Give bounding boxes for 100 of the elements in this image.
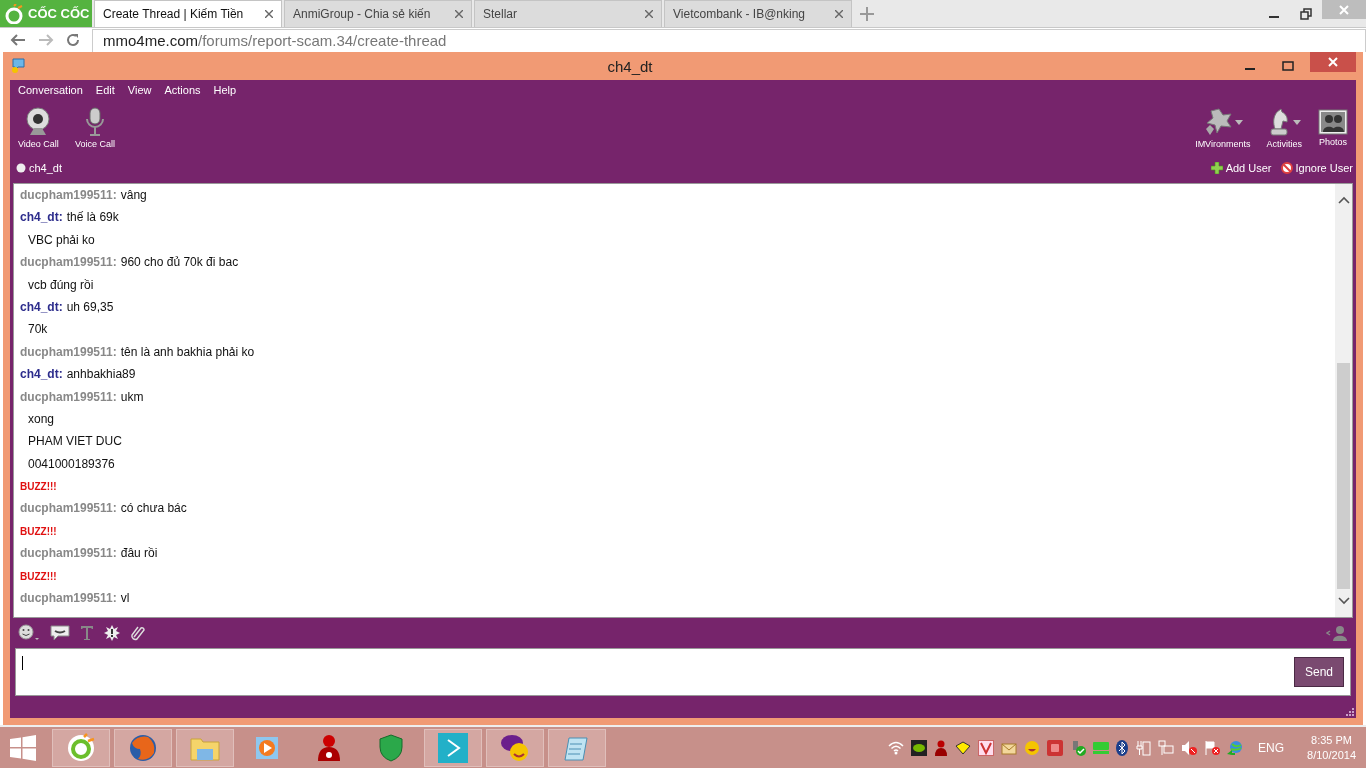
close-icon	[1328, 57, 1338, 67]
smiley-icon[interactable]	[18, 624, 40, 642]
webcam-icon	[24, 107, 53, 137]
bluetooth-icon[interactable]	[1116, 739, 1129, 756]
send-button[interactable]: Send	[1294, 657, 1344, 687]
plus-icon[interactable]	[860, 6, 874, 21]
alert-burst-icon[interactable]	[104, 625, 120, 641]
browser-brand: CỐC CỐC	[28, 6, 90, 21]
message-text: ukm	[120, 389, 144, 404]
prohibited-icon	[1280, 162, 1293, 174]
menu-item[interactable]: Actions	[159, 84, 209, 96]
checkmark-tile-icon[interactable]	[978, 739, 995, 756]
sender-name: ducpham199511:	[20, 344, 117, 359]
status-dot-icon	[16, 163, 26, 173]
message-text: PHAM VIET DUC	[27, 434, 122, 449]
close-icon[interactable]	[455, 10, 463, 18]
smiley-icon[interactable]	[1024, 739, 1041, 756]
menu-item[interactable]: Edit	[90, 84, 123, 96]
sender-name: ducpham199511:	[20, 389, 117, 404]
globe-fox-icon	[128, 732, 158, 763]
menu-item[interactable]: Conversation	[13, 84, 91, 96]
message-text: tên là anh bakhia phải ko	[120, 344, 255, 359]
plug-check-icon[interactable]	[1070, 739, 1087, 756]
reload-icon[interactable]	[66, 33, 80, 47]
sender-name: ch4_dt:	[20, 210, 63, 225]
message-text: vl	[120, 591, 130, 606]
scroll-down-icon[interactable]	[1337, 597, 1350, 605]
photo-frame-icon	[1318, 109, 1348, 135]
buzz-notice: BUZZ!!!	[20, 525, 57, 537]
scrollbar-thumb[interactable]	[1337, 362, 1350, 589]
toolbar-button[interactable]: Activities	[1262, 105, 1306, 151]
tile-icon[interactable]	[1047, 739, 1064, 756]
buzz-notice: BUZZ!!!	[20, 481, 57, 493]
message-text: uh 69,35	[66, 299, 114, 314]
network-icon[interactable]	[1158, 739, 1175, 756]
plus-icon	[1210, 162, 1223, 174]
play-icon	[438, 732, 468, 763]
browser-tab[interactable]: Vietcombank - IB@nking	[664, 0, 852, 27]
close-icon[interactable]	[265, 10, 273, 18]
battery-icon[interactable]	[1135, 739, 1152, 756]
message-text: vcb đúng rồi	[27, 277, 94, 292]
diamond-icon[interactable]	[955, 740, 972, 755]
browser-tab[interactable]: AnmiGroup - Chia sẻ kiến	[284, 0, 472, 27]
close-button[interactable]	[1310, 52, 1356, 72]
back-icon[interactable]	[10, 33, 26, 47]
browser-tab[interactable]: Stellar	[474, 0, 662, 27]
sender-name: ch4_dt:	[20, 299, 63, 314]
message-text: xong	[27, 411, 55, 426]
taskbar-app[interactable]	[486, 728, 544, 767]
menu-item[interactable]: View	[122, 84, 160, 96]
window-title: ch4_dt	[606, 57, 654, 75]
restore-icon[interactable]	[1300, 7, 1312, 20]
eye-chip-icon[interactable]	[911, 739, 928, 756]
browser-tab[interactable]: Create Thread | Kiếm Tiền	[94, 0, 282, 27]
hooded-figure-icon[interactable]	[934, 739, 949, 756]
sender-name: ducpham199511:	[20, 188, 117, 202]
sender-name: ducpham199511:	[20, 255, 117, 270]
windows-logo-icon[interactable]	[10, 734, 36, 761]
message-text: 70k	[27, 322, 48, 337]
maximize-icon[interactable]	[1282, 60, 1294, 72]
menu-item[interactable]: Help	[208, 84, 245, 96]
close-icon[interactable]	[645, 10, 653, 18]
close-icon[interactable]	[835, 10, 843, 18]
message-text: thế là 69k	[66, 210, 119, 225]
add-user-link[interactable]: Add User	[1210, 162, 1272, 174]
message-text: có chưa bác	[120, 501, 187, 516]
muted-speaker-icon[interactable]	[1181, 739, 1198, 756]
taskbar-app[interactable]	[52, 728, 110, 767]
sender-name: ducpham199511:	[20, 591, 117, 606]
toolbar-button[interactable]: Voice Call	[70, 105, 119, 151]
address-field[interactable]: mmo4me.com/forums/report-scam.34/create-thread	[92, 28, 1366, 52]
toolbar-button[interactable]: Video Call	[14, 105, 63, 151]
ring-logo-icon	[66, 732, 96, 763]
sender-name: ch4_dt:	[20, 367, 63, 382]
wifi-icon[interactable]	[888, 739, 905, 756]
speech-bubble-icon[interactable]	[50, 625, 70, 641]
hooded-figure-icon	[316, 732, 342, 763]
shield-icon	[379, 733, 403, 762]
sender-name: ducpham199511:	[20, 546, 117, 561]
toolbar-button[interactable]: IMVironments	[1191, 105, 1255, 151]
message-text: vâng	[120, 188, 147, 202]
toolbar-button[interactable]: Photos	[1314, 107, 1352, 149]
sender-name: ducpham199511:	[20, 501, 117, 516]
buzz-notice: BUZZ!!!	[20, 570, 57, 582]
paperclip-icon[interactable]	[130, 625, 146, 641]
chat-bubble-icon	[10, 58, 26, 74]
microphone-icon	[83, 107, 106, 137]
message-text: 0041000189376	[27, 456, 115, 471]
flag-error-icon[interactable]	[1204, 739, 1221, 756]
message-text: đâu rồi	[120, 546, 158, 561]
taskbar-app[interactable]	[114, 728, 172, 767]
resize-grip-icon[interactable]	[1346, 708, 1354, 716]
smiley-icon	[500, 732, 530, 763]
person-icon[interactable]	[1326, 625, 1348, 641]
envelope-icon[interactable]	[1001, 740, 1018, 755]
scroll-up-icon[interactable]	[1337, 196, 1350, 204]
contact-name: ch4_dt	[29, 162, 63, 174]
message-text: anhbakhia89	[66, 367, 136, 382]
font-icon[interactable]	[80, 625, 94, 641]
ignore-user-link[interactable]: Ignore User	[1280, 162, 1353, 174]
